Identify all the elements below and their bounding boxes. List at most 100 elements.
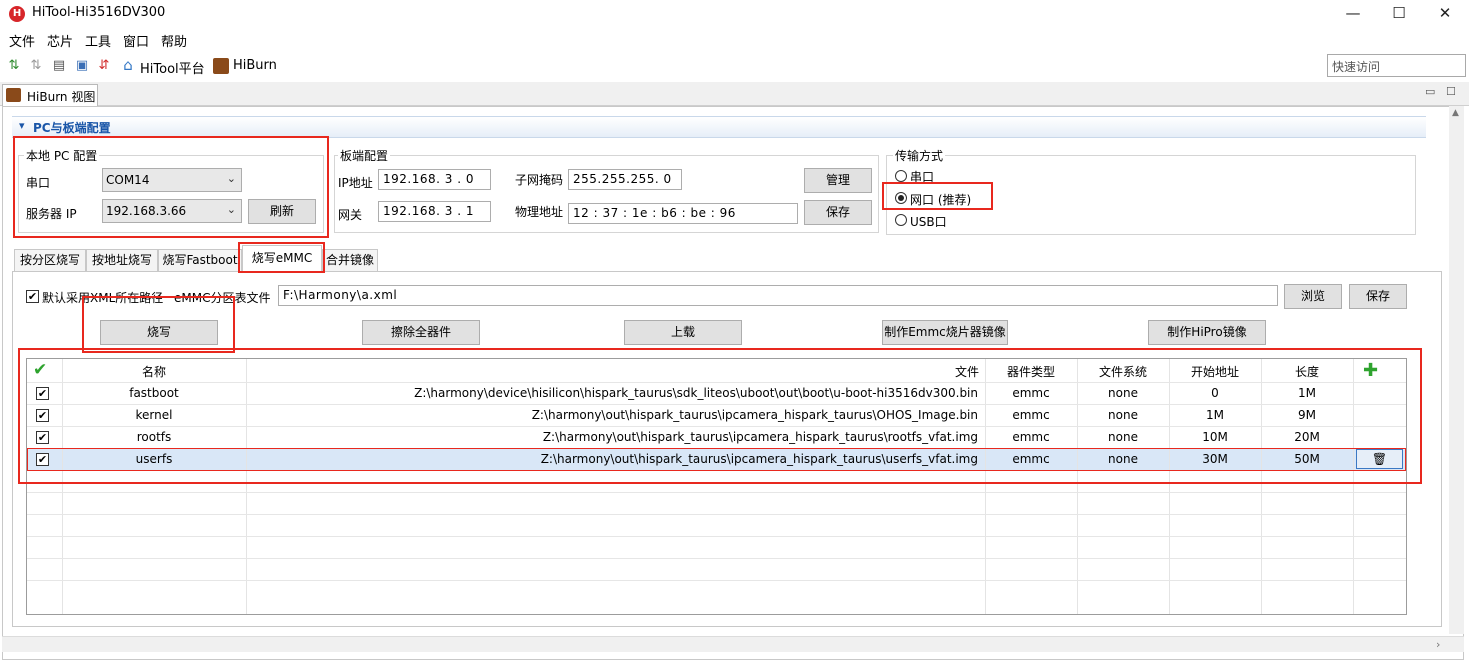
vertical-scrollbar[interactable] (1449, 106, 1464, 634)
row-start: 0 (1211, 386, 1219, 400)
server-ip-select[interactable]: 192.168.3.66 ⌄ (102, 199, 242, 223)
row-checkbox[interactable]: ✔ (36, 453, 49, 466)
select-all-check-icon[interactable]: ✔ (33, 360, 47, 380)
row-start: 10M (1202, 430, 1228, 444)
add-row-icon[interactable]: ✚ (1363, 360, 1378, 381)
server-ip-label: 服务器 IP (26, 207, 77, 221)
tab-fastboot-burn[interactable]: 烧写Fastboot (158, 249, 242, 271)
row-name: userfs (135, 452, 173, 466)
emmc-save-button[interactable]: 保存 (1349, 284, 1407, 309)
default-xml-checkbox[interactable]: ✔ (26, 290, 39, 303)
row-checkbox[interactable]: ✔ (36, 409, 49, 422)
row-divider (27, 536, 1406, 537)
default-xml-label: 默认采用XML所在路径 (42, 291, 164, 305)
transfer-icon[interactable]: ▣ (74, 58, 90, 74)
row-type: emmc (1012, 430, 1050, 444)
row-divider (27, 382, 1406, 383)
row-length: 50M (1294, 452, 1320, 466)
delete-row-button[interactable]: 🗑 (1356, 449, 1403, 469)
board-save-button[interactable]: 保存 (804, 200, 872, 225)
hiburn-icon[interactable] (213, 58, 229, 74)
horizontal-scrollbar[interactable] (2, 636, 1464, 652)
minimize-button[interactable]: — (1330, 0, 1376, 28)
tab-merge-image[interactable]: 合并镜像 (322, 249, 378, 271)
chevron-down-icon: ⌄ (226, 203, 236, 216)
row-divider (27, 558, 1406, 559)
gateway-input[interactable]: 192.168. 3 . 1 (378, 201, 491, 222)
partition-file-input[interactable]: F:\Harmony\a.xml (278, 285, 1278, 306)
col-divider (1353, 359, 1354, 614)
disconnect-icon[interactable]: ⇅ (28, 58, 44, 74)
refresh-button[interactable]: 刷新 (248, 199, 316, 224)
row-divider (27, 492, 1406, 493)
serial-label: 串口 (26, 176, 51, 190)
row-divider (27, 470, 1406, 471)
radio-network[interactable] (895, 192, 907, 204)
local-pc-group-label: 本地 PC 配置 (24, 147, 100, 164)
header-length: 长度 (1295, 365, 1320, 379)
header-name: 名称 (142, 365, 167, 379)
terminal-icon[interactable]: ▤ (51, 58, 67, 74)
make-emmc-image-button[interactable]: 制作Emmc烧片器镜像 (882, 320, 1008, 345)
tab-address-burn[interactable]: 按地址烧写 (86, 249, 158, 271)
subnet-mask-label: 子网掩码 (515, 173, 564, 187)
row-name: kernel (135, 408, 173, 422)
connect-icon[interactable]: ⇅ (6, 58, 22, 74)
header-device-type: 器件类型 (1007, 365, 1056, 379)
home-icon[interactable]: ⌂ (120, 57, 136, 73)
pc-board-config-header[interactable] (12, 116, 1426, 138)
row-fs: none (1108, 408, 1138, 422)
maximize-button[interactable]: ☐ (1376, 0, 1422, 28)
row-checkbox[interactable]: ✔ (36, 387, 49, 400)
menu-window[interactable]: 窗口 (123, 31, 149, 50)
row-file: Z:\harmony\out\hispark_taurus\ipcamera_h… (531, 408, 978, 422)
tab-emmc-burn[interactable]: 烧写eMMC (242, 245, 322, 272)
menu-help[interactable]: 帮助 (161, 31, 187, 50)
scroll-up-icon[interactable]: ▲ (1452, 108, 1459, 118)
radio-network-label: 网口 (推荐) (910, 193, 972, 207)
close-button[interactable]: ✕ (1422, 0, 1468, 28)
menu-tools[interactable]: 工具 (85, 31, 111, 50)
tab-partition-burn[interactable]: 按分区烧写 (14, 249, 86, 271)
view-maximize-icon[interactable]: ☐ (1446, 85, 1456, 98)
serial-port-value: COM14 (106, 173, 150, 187)
hiburn-view-icon (6, 88, 21, 102)
row-length: 9M (1298, 408, 1316, 422)
row-length: 1M (1298, 386, 1316, 400)
erase-all-button[interactable]: 擦除全器件 (362, 320, 480, 345)
title-bar (0, 0, 1469, 28)
hiburn-button[interactable]: HiBurn (233, 58, 277, 73)
row-type: emmc (1012, 452, 1050, 466)
server-ip-value: 192.168.3.66 (106, 204, 187, 218)
radio-serial[interactable] (895, 170, 907, 182)
quick-access-input[interactable]: 快速访问 (1327, 54, 1466, 77)
menu-chip[interactable]: 芯片 (47, 31, 73, 50)
burn-button[interactable]: 烧写 (100, 320, 218, 345)
radio-usb[interactable] (895, 214, 907, 226)
hitool-platform-button[interactable]: HiTool平台 (140, 58, 205, 77)
radio-usb-label: USB口 (910, 215, 947, 229)
row-name: rootfs (136, 430, 172, 444)
collapse-arrow-icon[interactable]: ▾ (19, 119, 25, 132)
row-type: emmc (1012, 408, 1050, 422)
subnet-mask-input[interactable]: 255.255.255. 0 (568, 169, 682, 190)
board-ip-input[interactable]: 192.168. 3 . 0 (378, 169, 491, 190)
row-divider (27, 448, 1406, 449)
trash-icon: 🗑 (1371, 452, 1388, 466)
menu-bar (0, 28, 1469, 50)
browse-button[interactable]: 浏览 (1284, 284, 1342, 309)
make-hipro-image-button[interactable]: 制作HiPro镜像 (1148, 320, 1266, 345)
scroll-right-icon[interactable]: › (1436, 638, 1440, 651)
row-start: 1M (1206, 408, 1224, 422)
row-checkbox[interactable]: ✔ (36, 431, 49, 444)
manage-button[interactable]: 管理 (804, 168, 872, 193)
upload-button[interactable]: 上载 (624, 320, 742, 345)
ip-label: IP地址 (338, 176, 373, 190)
header-start-address: 开始地址 (1191, 365, 1240, 379)
up-down-icon[interactable]: ⇵ (96, 58, 112, 74)
row-divider (27, 426, 1406, 427)
mac-address-input[interactable]: 12 : 37 : 1e : b6 : be : 96 (568, 203, 798, 224)
serial-port-select[interactable]: COM14 ⌄ (102, 168, 242, 192)
view-minimize-icon[interactable]: ▭ (1425, 85, 1435, 98)
menu-file[interactable]: 文件 (9, 31, 35, 50)
